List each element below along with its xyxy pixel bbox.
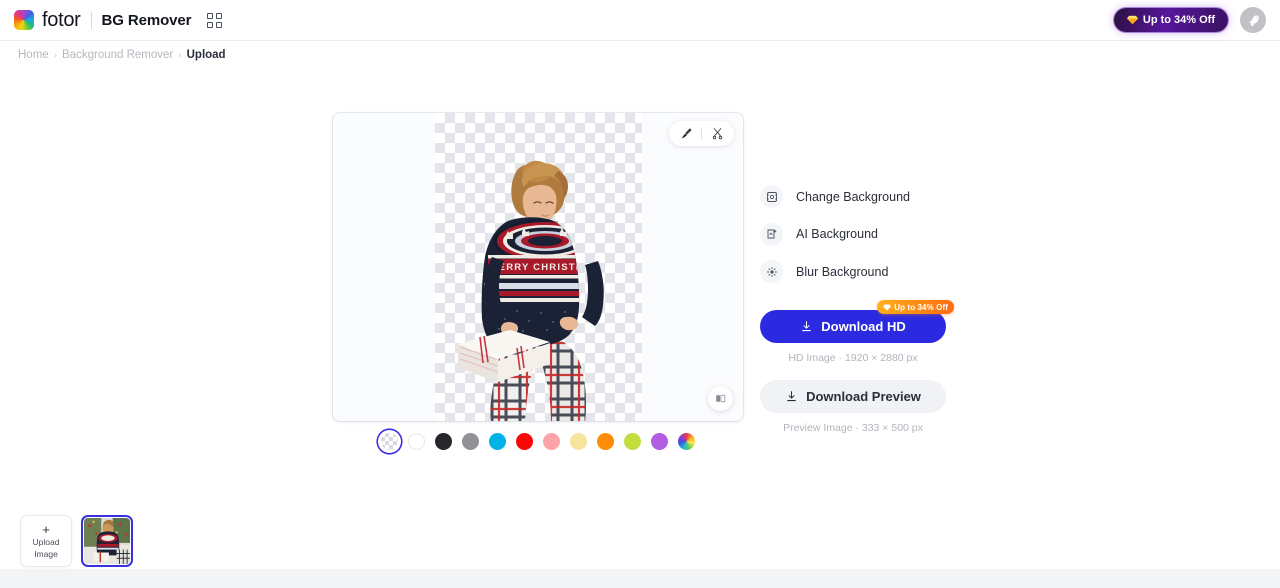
- upload-image-button[interactable]: + Upload Image: [20, 515, 72, 567]
- option-label: Change Background: [796, 189, 910, 204]
- image-canvas[interactable]: MERRY CHRISTMAS: [333, 113, 743, 421]
- swatch-cyan[interactable]: [486, 430, 509, 453]
- swatch-purple[interactable]: [648, 430, 671, 453]
- sale-badge-label: Up to 34% Off: [894, 302, 948, 312]
- swatch-black[interactable]: [432, 430, 455, 453]
- swatch-yellow[interactable]: [567, 430, 590, 453]
- breadcrumb: Home › Background Remover › Upload: [18, 49, 226, 61]
- compare-before-after-button[interactable]: [708, 386, 733, 411]
- breadcrumb-item-background-remover[interactable]: Background Remover: [62, 49, 173, 61]
- upload-label-line1: Upload: [32, 536, 60, 547]
- option-label: Blur Background: [796, 264, 889, 279]
- bird-avatar-icon: [1249, 15, 1258, 26]
- download-hd-button[interactable]: Download HD: [760, 310, 946, 343]
- brand-name[interactable]: fotor: [42, 9, 81, 32]
- download-preview-note: Preview Image · 333 × 500 px: [783, 422, 923, 434]
- download-preview-label: Download Preview: [806, 389, 921, 404]
- swatch-pink[interactable]: [540, 430, 563, 453]
- brush-icon: [681, 128, 691, 139]
- swatch-custom-color-picker[interactable]: [675, 430, 698, 453]
- bg-remover-page: fotor BG Remover Up to 34% Off Home › Ba…: [0, 0, 1280, 588]
- background-color-swatches: [333, 429, 743, 453]
- cutout-subject-image: MERRY CHRISTMAS: [458, 160, 604, 421]
- gem-icon: [883, 304, 892, 310]
- canvas-tool-pill: [669, 121, 734, 146]
- upload-label-line2: Image: [34, 548, 58, 559]
- svg-text:MERRY CHRISTMAS: MERRY CHRISTMAS: [490, 262, 601, 273]
- avatar[interactable]: [1240, 7, 1266, 33]
- option-ai-background[interactable]: AI Background: [760, 218, 950, 251]
- swatch-white[interactable]: [405, 430, 428, 453]
- change-background-icon: [760, 185, 783, 208]
- scissors-icon: [712, 128, 722, 140]
- brush-tool-button[interactable]: [673, 122, 699, 145]
- option-blur-background[interactable]: Blur Background: [760, 255, 950, 288]
- download-icon: [787, 391, 796, 402]
- swatch-orange[interactable]: [594, 430, 617, 453]
- apps-grid-icon[interactable]: [207, 12, 223, 28]
- thumbnail-strip: + Upload Image: [20, 515, 133, 567]
- download-icon: [802, 321, 812, 332]
- footer-strip: [0, 569, 1280, 588]
- promo-upgrade-button[interactable]: Up to 34% Off: [1113, 8, 1228, 32]
- breadcrumb-item-home[interactable]: Home: [18, 49, 49, 61]
- download-hd-sale-badge: Up to 34% Off: [877, 300, 954, 314]
- download-section: Download HD Up to 34% Off HD Image · 192…: [760, 300, 954, 434]
- erase-tool-button[interactable]: [704, 122, 730, 145]
- option-change-background[interactable]: Change Background: [760, 180, 950, 213]
- fotor-logo-icon[interactable]: [14, 10, 34, 30]
- promo-label: Up to 34% Off: [1142, 14, 1215, 26]
- swatch-transparent[interactable]: [378, 430, 401, 453]
- swatch-red[interactable]: [513, 430, 536, 453]
- before-after-compare-icon: [716, 394, 726, 403]
- swatch-gray[interactable]: [459, 430, 482, 453]
- breadcrumb-item-upload: Upload: [186, 49, 226, 61]
- plus-icon: +: [42, 521, 50, 537]
- divider: [90, 11, 92, 29]
- ai-background-icon: [760, 222, 783, 246]
- thumbnail-christmas-photo[interactable]: [81, 515, 133, 567]
- app-title: BG Remover: [101, 11, 192, 29]
- swatch-lime[interactable]: [621, 430, 644, 453]
- gem-icon: [1126, 15, 1138, 25]
- download-hd-note: HD Image · 1920 × 2880 px: [788, 352, 918, 364]
- breadcrumb-separator: ›: [53, 49, 58, 61]
- option-label: AI Background: [796, 227, 878, 241]
- download-preview-button[interactable]: Download Preview: [760, 380, 946, 413]
- thumbnail-preview: [84, 518, 130, 564]
- blur-background-icon: [760, 260, 783, 283]
- download-hd-label: Download HD: [821, 319, 906, 334]
- right-panel: Change Background AI Background Blur Bac…: [760, 180, 954, 434]
- breadcrumb-separator: ›: [178, 49, 182, 61]
- divider: [701, 127, 702, 140]
- top-bar: fotor BG Remover Up to 34% Off: [0, 0, 1280, 41]
- top-bar-right: Up to 34% Off: [1113, 7, 1266, 33]
